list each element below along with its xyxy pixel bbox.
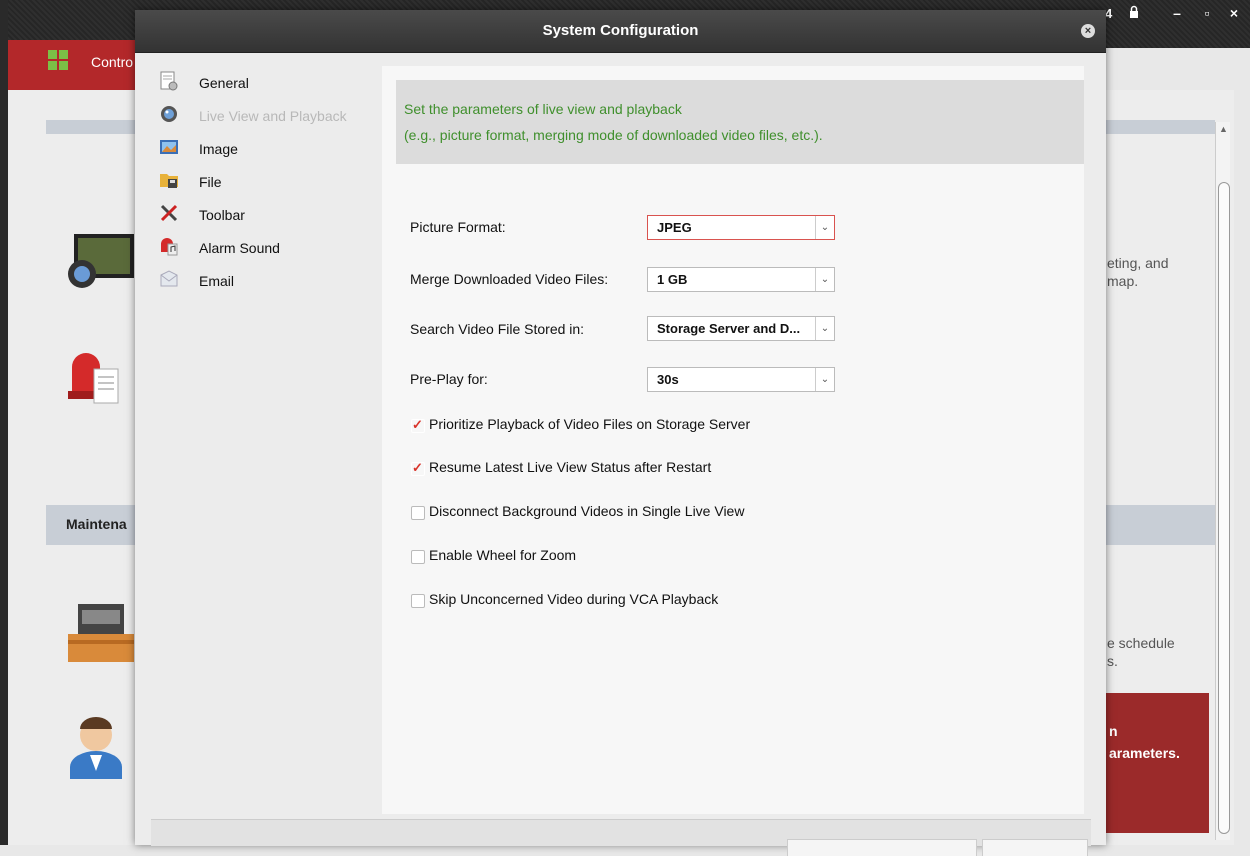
select-value: 30s (657, 372, 679, 387)
camera-monitor-icon[interactable] (66, 232, 136, 290)
nav-item-toolbar[interactable]: Toolbar (153, 200, 373, 230)
titlebar-controls: 4 – ▫ × (1105, 0, 1250, 26)
checkbox-label: Enable Wheel for Zoom (429, 547, 577, 563)
alarm-icon[interactable] (66, 345, 126, 407)
module-description: s. (1107, 653, 1118, 669)
checkbox-checked[interactable] (411, 460, 425, 476)
checkbox-label: Prioritize Playback of Video Files on St… (429, 416, 751, 432)
dialog-title: System Configuration (542, 22, 699, 39)
titlebar-number: 4 (1105, 6, 1113, 21)
control-panel-icon (48, 50, 68, 70)
checkbox-unchecked[interactable] (411, 594, 425, 608)
picture-format-label: Picture Format: (410, 219, 506, 235)
module-description: e schedule (1107, 635, 1175, 651)
nav-label: Toolbar (199, 207, 245, 223)
checkbox-unchecked[interactable] (411, 506, 425, 520)
nav-item-general[interactable]: General (153, 68, 373, 98)
nav-label: Live View and Playback (199, 108, 347, 124)
alarm-sound-icon (161, 238, 178, 256)
checkbox-label: Skip Unconcerned Video during VCA Playba… (429, 591, 719, 607)
window-edge (0, 0, 8, 845)
search-stored-select[interactable]: Storage Server and D... ⌄ (647, 316, 835, 341)
nav-label: General (199, 75, 249, 91)
info-text: (e.g., picture format, merging mode of d… (404, 127, 823, 143)
checkbox-label: Resume Latest Live View Status after Res… (429, 459, 712, 475)
tab-label: Contro (91, 54, 134, 70)
nav-label: Image (199, 141, 238, 157)
storage-device-icon[interactable] (66, 600, 136, 666)
card-text: arameters. (1109, 745, 1180, 761)
camera-lens-icon (161, 106, 177, 122)
select-value: JPEG (657, 220, 692, 235)
chevron-down-icon[interactable]: ⌄ (815, 216, 834, 239)
scrollbar[interactable]: ▲ (1215, 122, 1230, 840)
maximize-button[interactable]: ▫ (1197, 4, 1217, 22)
nav-label: Alarm Sound (199, 240, 280, 256)
chevron-down-icon[interactable]: ⌄ (815, 317, 834, 340)
select-value: Storage Server and D... (657, 321, 801, 336)
section-bar-right (1105, 120, 1215, 134)
search-stored-label: Search Video File Stored in: (410, 321, 585, 337)
window-close-button[interactable]: × (1224, 4, 1244, 22)
nav-label: Email (199, 273, 235, 289)
section-bar-right-mid (1105, 505, 1215, 545)
nav-item-live-view-playback[interactable]: Live View and Playback (153, 101, 373, 131)
tab-control-panel[interactable]: Contro (8, 40, 140, 90)
footer-button[interactable] (787, 839, 977, 856)
pre-play-label: Pre-Play for: (410, 371, 488, 387)
system-configuration-dialog: System Configuration × General Live View… (135, 10, 1106, 856)
chevron-down-icon[interactable]: ⌄ (815, 368, 834, 391)
tools-icon (160, 204, 178, 222)
nav-item-file[interactable]: File (153, 167, 373, 197)
module-description: map. (1107, 273, 1139, 289)
chevron-down-icon[interactable]: ⌄ (815, 268, 834, 291)
user-avatar-icon[interactable] (66, 715, 126, 779)
nav-item-email[interactable]: Email (153, 266, 373, 296)
card-title: n (1109, 723, 1118, 739)
checkbox-checked[interactable] (411, 417, 425, 433)
scrollbar-thumb[interactable] (1218, 182, 1230, 834)
checkbox-label: Disconnect Background Videos in Single L… (429, 503, 745, 519)
module-description: eting, and (1107, 255, 1169, 271)
maintenance-section-bar: Maintena (46, 505, 146, 545)
maintenance-label: Maintena (66, 516, 127, 532)
folder-icon (160, 174, 178, 188)
email-icon (160, 270, 178, 287)
dialog-close-button[interactable]: × (1081, 24, 1095, 38)
dialog-titlebar[interactable]: System Configuration × (135, 10, 1106, 53)
minimize-button[interactable]: – (1167, 4, 1187, 22)
image-icon (160, 140, 178, 154)
nav-label: File (199, 174, 222, 190)
info-banner: Set the parameters of live view and play… (396, 80, 1084, 164)
scroll-up-icon[interactable]: ▲ (1219, 124, 1228, 134)
merge-files-label: Merge Downloaded Video Files: (410, 271, 609, 287)
nav-item-image[interactable]: Image (153, 134, 373, 164)
lock-icon[interactable] (1127, 5, 1141, 19)
general-settings-icon (160, 71, 178, 91)
operation-section-bar (46, 120, 146, 134)
info-text: Set the parameters of live view and play… (404, 101, 682, 117)
checkbox-unchecked[interactable] (411, 550, 425, 564)
merge-files-select[interactable]: 1 GB ⌄ (647, 267, 835, 292)
settings-panel: Set the parameters of live view and play… (382, 66, 1084, 814)
highlight-card[interactable]: n arameters. (1105, 693, 1209, 833)
nav-item-alarm-sound[interactable]: Alarm Sound (153, 233, 373, 263)
select-value: 1 GB (657, 272, 688, 287)
picture-format-select[interactable]: JPEG ⌄ (647, 215, 835, 240)
footer-button[interactable] (982, 839, 1088, 856)
pre-play-select[interactable]: 30s ⌄ (647, 367, 835, 392)
